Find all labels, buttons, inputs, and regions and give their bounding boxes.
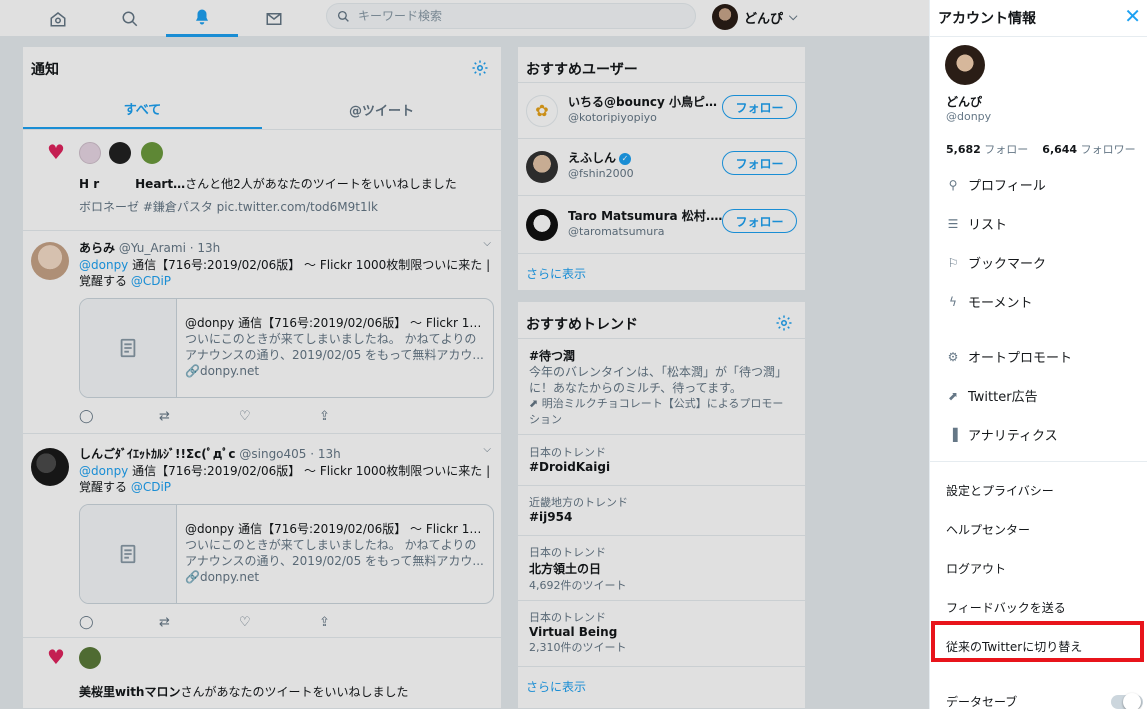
menu-item-ads[interactable]: ⬈ Twitter広告 <box>946 386 1038 406</box>
divider <box>930 36 1147 37</box>
followers-link[interactable]: 6,644 フォロワー <box>1042 143 1135 156</box>
menu-label: モーメント <box>968 296 1033 311</box>
close-icon[interactable]: ✕ <box>1124 4 1141 28</box>
menu-label: オートプロモート <box>968 351 1073 366</box>
menu-item-logout[interactable]: ログアウト <box>946 560 1006 577</box>
menu-item-lists[interactable]: ☰ リスト <box>946 214 1008 234</box>
menu-item-help[interactable]: ヘルプセンター <box>946 521 1030 538</box>
menu-item-autopromote[interactable]: ⚙ オートプロモート <box>946 347 1073 367</box>
modal-backdrop[interactable] <box>0 0 929 709</box>
external-link-icon: ⬈ <box>947 388 959 403</box>
profile-handle: @donpy <box>946 110 992 123</box>
data-saver-toggle[interactable] <box>1111 693 1143 709</box>
profile-name[interactable]: どんぴ <box>946 93 982 110</box>
menu-item-settings[interactable]: 設定とプライバシー <box>946 482 1054 499</box>
following-count: 5,682 <box>946 143 981 156</box>
divider <box>930 461 1147 462</box>
bookmark-icon: ⚐ <box>947 255 959 270</box>
menu-item-bookmarks[interactable]: ⚐ ブックマーク <box>946 253 1047 273</box>
following-label: フォロー <box>984 143 1029 156</box>
highlight-box <box>931 621 1144 662</box>
list-icon: ☰ <box>947 216 959 231</box>
menu-label: アナリティクス <box>968 429 1058 444</box>
menu-label: リスト <box>968 218 1008 233</box>
person-icon: ⚲ <box>948 177 958 192</box>
menu-label: ブックマーク <box>968 257 1047 272</box>
bolt-icon: ϟ <box>949 294 957 309</box>
account-drawer: アカウント情報 ✕ どんぴ @donpy 5,682 フォロー 6,644 フォ… <box>929 0 1147 709</box>
bar-chart-icon: ▐ <box>948 427 958 442</box>
follow-stats: 5,682 フォロー 6,644 フォロワー <box>946 141 1136 157</box>
menu-item-moments[interactable]: ϟ モーメント <box>946 292 1033 312</box>
followers-count: 6,644 <box>1042 143 1078 156</box>
menu-label: プロフィール <box>968 179 1046 194</box>
menu-item-analytics[interactable]: ▐ アナリティクス <box>946 425 1058 445</box>
menu-item-feedback[interactable]: フィードバックを送る <box>946 599 1066 616</box>
followers-label: フォロワー <box>1080 143 1136 156</box>
drawer-title: アカウント情報 <box>938 11 1036 27</box>
menu-label: Twitter広告 <box>968 390 1038 405</box>
following-link[interactable]: 5,682 フォロー <box>946 143 1028 156</box>
menu-item-profile[interactable]: ⚲ プロフィール <box>946 175 1046 195</box>
gear-icon: ⚙ <box>947 349 959 364</box>
menu-item-data-saver[interactable]: データセーブ <box>946 693 1017 709</box>
avatar[interactable] <box>945 45 985 85</box>
